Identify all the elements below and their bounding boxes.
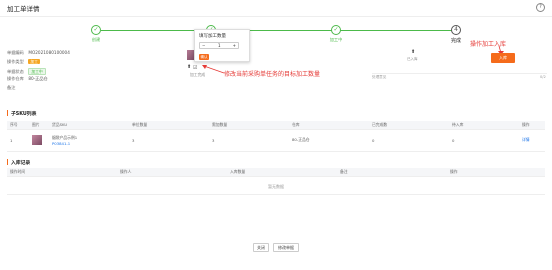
quantity-popover: 填写加工数量 − 1 + 确认 (194, 29, 250, 62)
step-4-number-icon: 4 (451, 25, 461, 35)
cell-unit-qty: 3 (129, 129, 209, 152)
remark-label: 处理意见 (372, 75, 387, 79)
info-row-warehouse: 操作仓库 80-正品仓 (7, 76, 70, 85)
popover-title: 填写加工数量 (199, 34, 226, 39)
col-header: 操作 (519, 121, 545, 130)
section-marker (7, 110, 8, 116)
stock-in-icon: ⬆ (411, 49, 416, 55)
upload-arrow-icon: ⬆ (187, 64, 192, 70)
product-image (32, 135, 42, 145)
col-header: 仓库 (289, 121, 369, 130)
col-header: 操作人 (117, 168, 227, 177)
product-sku-link[interactable]: P03841-1 (52, 141, 126, 146)
quantity-value[interactable]: 1 (218, 43, 221, 49)
cell-image (29, 129, 49, 152)
cell-product: 烟袋产品示例1 P03841-1 (49, 129, 129, 152)
step-3-label: 加工中 (329, 37, 343, 42)
cell-need-qty: 3 (209, 129, 289, 152)
annotation-arrow-left (202, 65, 225, 74)
stock-in-button[interactable]: 入库 (491, 53, 515, 63)
info-key: 操作仓库 (7, 76, 24, 82)
type-badge: 加工 (28, 58, 40, 64)
info-key: 单据编码 (7, 50, 24, 55)
stock-section-title: 入库记录 (11, 161, 31, 166)
info-value: 80-正品仓 (28, 76, 48, 82)
plus-icon[interactable]: + (233, 43, 236, 49)
col-header: 需加数量 (209, 121, 289, 130)
empty-state: 暂无数据 (7, 179, 545, 195)
table-header-row: 序号 图片 货品SKU 单位数量 需加数量 仓库 已完成数 待入库 操作 (7, 121, 545, 130)
close-button[interactable]: 关闭 (253, 243, 269, 252)
status-badge: 加工中 (28, 67, 46, 75)
step-3-check-icon: ✓ (331, 25, 341, 35)
info-value: MO2021080100004 (28, 50, 70, 55)
stock-table: 操作时间 操作人 入库数量 备注 操作 (7, 168, 545, 177)
confirm-button[interactable]: 确认 (199, 54, 209, 60)
table-header-row: 操作时间 操作人 入库数量 备注 操作 (7, 168, 545, 177)
col-header: 货品SKU (49, 121, 129, 130)
cell-index: 1 (7, 129, 29, 152)
section-marker (7, 159, 8, 165)
col-header: 待入库 (449, 121, 519, 130)
stock-in-label: 已入库 (407, 57, 418, 61)
table-row: 1 烟袋产品示例1 P03841-1 3 3 80-正品仓 0 0 详情 (7, 129, 545, 152)
sku-table: 序号 图片 货品SKU 单位数量 需加数量 仓库 已完成数 待入库 操作 1 烟… (7, 121, 545, 152)
step-4-label: 完成 (450, 38, 462, 44)
col-header: 入库数量 (227, 168, 337, 177)
cell-warehouse: 80-正品仓 (289, 129, 369, 152)
annotation-edit-hint: 修改当前采购单任务的目标加工数量 (224, 71, 321, 78)
row-detail-link[interactable]: 详情 (519, 129, 545, 152)
remark-count: 0/2 (540, 75, 546, 79)
help-icon[interactable]: ? (536, 3, 545, 12)
step-1-check-icon: ✓ (91, 25, 101, 35)
page: 加工单详情 ? ✓ 创建 ✓ 已确定 ✓ 加工中 4 完成 单据编码 MO202… (0, 0, 552, 270)
col-header: 操作时间 (7, 168, 117, 177)
cell-pending: 0 (449, 129, 519, 152)
col-header: 备注 (337, 168, 447, 177)
edit-icon[interactable]: ☑ (193, 65, 197, 71)
info-row-code: 单据编码 MO2021080100004 (7, 50, 70, 59)
sku-section-title: 子SKU列表 (11, 112, 37, 117)
order-info: 单据编码 MO2021080100004 操作类型 加工 单据状态 加工中 操作… (7, 50, 70, 94)
page-title: 加工单详情 (7, 5, 40, 13)
col-header: 序号 (7, 121, 29, 130)
cell-done: 0 (369, 129, 449, 152)
quantity-stepper[interactable]: − 1 + (199, 42, 239, 49)
info-row-type: 操作类型 加工 (7, 58, 70, 68)
info-row-remark: 备注 (7, 85, 70, 94)
col-header: 单位数量 (129, 121, 209, 130)
info-key: 单据状态 (7, 68, 24, 74)
top-bar: 加工单详情 ? (0, 0, 552, 17)
minus-icon[interactable]: − (202, 43, 205, 49)
info-key: 操作类型 (7, 58, 24, 64)
col-header: 已完成数 (369, 121, 449, 130)
divider (372, 73, 547, 74)
step-line (101, 30, 453, 31)
col-header: 图片 (29, 121, 49, 130)
step-1-label: 创建 (91, 37, 101, 42)
col-header: 操作 (447, 168, 545, 177)
edit-order-button[interactable]: 修改单据 (273, 243, 299, 252)
info-key: 备注 (7, 85, 16, 91)
